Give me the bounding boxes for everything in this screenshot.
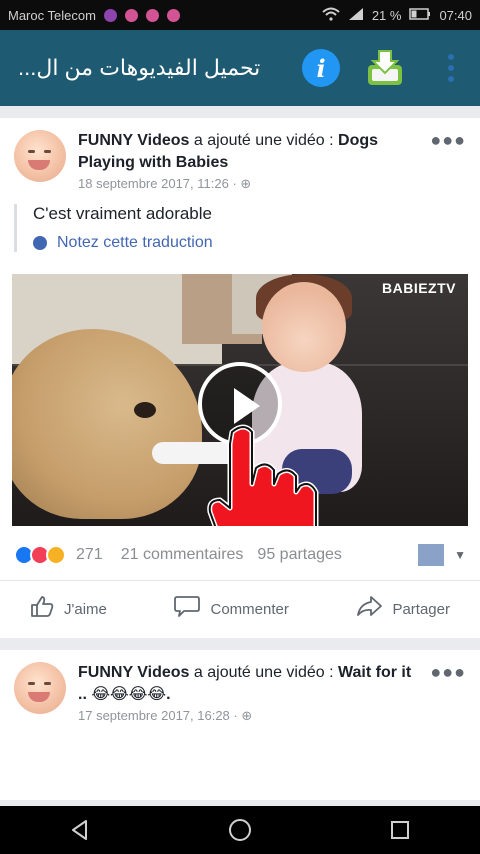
battery-icon	[409, 7, 431, 23]
download-icon[interactable]	[362, 45, 408, 91]
video-watermark: BABIEZTV	[382, 280, 456, 296]
chevron-down-icon[interactable]: ▼	[454, 548, 466, 562]
battery-percent: 21 %	[371, 7, 402, 23]
post-text-block: C'est vraiment adorable Notez cette trad…	[14, 204, 480, 252]
globe-icon: · ⊕	[232, 176, 252, 191]
news-feed[interactable]: FUNNY Videos a ajouté une vidéo : Dogs P…	[0, 106, 480, 806]
page-name[interactable]: FUNNY Videos	[78, 664, 189, 681]
haha-reaction-icon	[46, 545, 66, 565]
wifi-icon	[322, 7, 340, 24]
post-time: 17 septembre 2017, 16:28 · ⊕	[78, 708, 422, 724]
avatar[interactable]	[14, 662, 66, 714]
app-notification-icon	[124, 8, 138, 22]
post-meta: FUNNY Videos a ajouté une vidéo : Dogs P…	[78, 130, 422, 192]
share-icon	[356, 595, 383, 623]
post-actions: J'aime Commenter Partager	[0, 581, 480, 637]
post-title[interactable]: FUNNY Videos a ajouté une vidéo : Wait f…	[78, 662, 422, 706]
post-header: FUNNY Videos a ajouté une vidéo : Wait f…	[0, 650, 480, 724]
app-toolbar: تحميل الفيديوهات من ال... i	[0, 30, 480, 106]
options-icon[interactable]: ●●●	[430, 130, 466, 192]
post-title[interactable]: FUNNY Videos a ajouté une vidéo : Dogs P…	[78, 130, 422, 174]
share-label: Partager	[392, 600, 450, 618]
comment-button[interactable]: Commenter	[174, 595, 289, 623]
recents-icon[interactable]	[380, 810, 420, 850]
reaction-icons	[14, 545, 66, 565]
translate-icon	[33, 236, 47, 250]
home-icon[interactable]	[220, 810, 260, 850]
video-dog-nose	[134, 402, 156, 418]
post-header: FUNNY Videos a ajouté une vidéo : Dogs P…	[0, 118, 480, 192]
post-time: 18 septembre 2017, 11:26 · ⊕	[78, 176, 422, 192]
video-baby-head	[262, 282, 346, 372]
post-timestamp: 18 septembre 2017, 11:26	[78, 176, 229, 191]
reactions-summary[interactable]: 271 21 commentaires 95 partages ▼	[0, 540, 480, 570]
globe-icon: · ⊕	[233, 708, 253, 723]
post-action: a ajouté une vidéo :	[193, 664, 334, 681]
page-name[interactable]: FUNNY Videos	[78, 132, 189, 149]
share-button[interactable]: Partager	[356, 595, 450, 623]
signal-icon	[348, 7, 364, 24]
status-bar: Maroc Telecom 21 % 07:40	[0, 0, 480, 30]
translate-link[interactable]: Notez cette traduction	[33, 234, 480, 252]
share-count[interactable]: 95 partages	[257, 546, 342, 564]
more-vertical-icon[interactable]	[448, 54, 454, 82]
video-player[interactable]: BABIEZTV	[12, 274, 468, 526]
like-label: J'aime	[64, 600, 107, 618]
status-right: 21 % 07:40	[322, 7, 472, 24]
app-title: تحميل الفيديوهات من ال...	[18, 55, 261, 80]
back-icon[interactable]	[60, 810, 100, 850]
info-icon[interactable]: i	[302, 49, 340, 87]
like-button[interactable]: J'aime	[30, 595, 107, 623]
clock: 07:40	[439, 7, 472, 23]
app-notification-icon	[166, 8, 180, 22]
post-action: a ajouté une vidéo :	[193, 132, 334, 149]
post-card: FUNNY Videos a ajouté une vidéo : Wait f…	[0, 650, 480, 800]
status-left: Maroc Telecom	[8, 8, 180, 23]
viewer-avatar[interactable]	[418, 544, 445, 566]
comment-count[interactable]: 21 commentaires	[121, 546, 244, 564]
post-card: FUNNY Videos a ajouté une vidéo : Dogs P…	[0, 118, 480, 638]
thumbs-up-icon	[30, 595, 54, 623]
navigation-bar	[0, 806, 480, 854]
options-icon[interactable]: ●●●	[430, 662, 466, 724]
comment-icon	[174, 595, 201, 623]
post-meta: FUNNY Videos a ajouté une vidéo : Wait f…	[78, 662, 422, 724]
carrier-label: Maroc Telecom	[8, 7, 96, 23]
avatar[interactable]	[14, 130, 66, 182]
comment-label: Commenter	[210, 600, 289, 618]
reaction-count[interactable]: 271	[76, 546, 103, 564]
post-text: C'est vraiment adorable	[33, 204, 212, 223]
app-notification-icon	[145, 8, 159, 22]
translate-label[interactable]: Notez cette traduction	[57, 234, 213, 252]
post-timestamp: 17 septembre 2017, 16:28	[78, 708, 230, 723]
pointing-hand-icon	[204, 422, 324, 526]
app-notification-icon	[103, 8, 117, 22]
